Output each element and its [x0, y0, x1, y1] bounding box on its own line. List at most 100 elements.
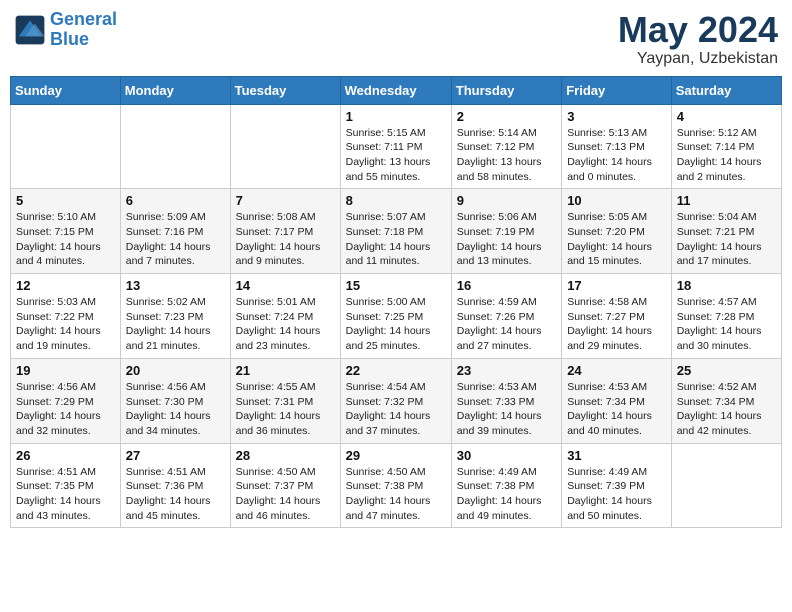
calendar-cell: [11, 104, 121, 189]
day-number: 14: [236, 278, 335, 293]
calendar-cell: 24 Sunrise: 4:53 AM Sunset: 7:34 PM Dayli…: [562, 358, 672, 443]
day-number: 5: [16, 193, 115, 208]
calendar-cell: 18 Sunrise: 4:57 AM Sunset: 7:28 PM Dayli…: [671, 274, 781, 359]
title-block: May 2024 Yaypan, Uzbekistan: [618, 10, 778, 68]
day-number: 25: [677, 363, 776, 378]
calendar-cell: 6 Sunrise: 5:09 AM Sunset: 7:16 PM Daylig…: [120, 189, 230, 274]
weekday-header-sunday: Sunday: [11, 76, 121, 104]
day-info: Sunrise: 5:05 AM Sunset: 7:20 PM Dayligh…: [567, 210, 666, 269]
day-info: Sunrise: 4:57 AM Sunset: 7:28 PM Dayligh…: [677, 295, 776, 354]
logo-line2: Blue: [50, 29, 89, 49]
day-number: 31: [567, 448, 666, 463]
calendar-cell: 21 Sunrise: 4:55 AM Sunset: 7:31 PM Dayli…: [230, 358, 340, 443]
day-info: Sunrise: 4:51 AM Sunset: 7:36 PM Dayligh…: [126, 465, 225, 524]
day-info: Sunrise: 5:09 AM Sunset: 7:16 PM Dayligh…: [126, 210, 225, 269]
calendar-cell: [120, 104, 230, 189]
day-info: Sunrise: 4:50 AM Sunset: 7:38 PM Dayligh…: [346, 465, 446, 524]
calendar-cell: 17Sunrise: 4:58 AM Sunset: 7:27 PM Dayli…: [562, 274, 672, 359]
day-number: 12: [16, 278, 115, 293]
day-number: 13: [126, 278, 225, 293]
day-number: 19: [16, 363, 115, 378]
day-number: 16: [457, 278, 556, 293]
day-number: 27: [126, 448, 225, 463]
day-info: Sunrise: 4:54 AM Sunset: 7:32 PM Dayligh…: [346, 380, 446, 439]
week-row-2: 5 Sunrise: 5:10 AM Sunset: 7:15 PM Daylig…: [11, 189, 782, 274]
calendar-cell: 7Sunrise: 5:08 AM Sunset: 7:17 PM Daylig…: [230, 189, 340, 274]
calendar-cell: 16Sunrise: 4:59 AM Sunset: 7:26 PM Dayli…: [451, 274, 561, 359]
day-info: Sunrise: 5:02 AM Sunset: 7:23 PM Dayligh…: [126, 295, 225, 354]
logo-line1: General: [50, 9, 117, 29]
day-info: Sunrise: 4:51 AM Sunset: 7:35 PM Dayligh…: [16, 465, 115, 524]
calendar-cell: 14 Sunrise: 5:01 AM Sunset: 7:24 PM Dayli…: [230, 274, 340, 359]
week-row-5: 26 Sunrise: 4:51 AM Sunset: 7:35 PM Dayli…: [11, 443, 782, 528]
weekday-header-row: SundayMondayTuesdayWednesdayThursdayFrid…: [11, 76, 782, 104]
day-number: 4: [677, 109, 776, 124]
calendar-cell: 3Sunrise: 5:13 AM Sunset: 7:13 PM Daylig…: [562, 104, 672, 189]
day-number: 1: [346, 109, 446, 124]
week-row-1: 1Sunrise: 5:15 AM Sunset: 7:11 PM Daylig…: [11, 104, 782, 189]
calendar-cell: 23 Sunrise: 4:53 AM Sunset: 7:33 PM Dayli…: [451, 358, 561, 443]
day-number: 30: [457, 448, 556, 463]
calendar-cell: 13 Sunrise: 5:02 AM Sunset: 7:23 PM Dayli…: [120, 274, 230, 359]
day-number: 2: [457, 109, 556, 124]
day-info: Sunrise: 5:03 AM Sunset: 7:22 PM Dayligh…: [16, 295, 115, 354]
month-year: May 2024: [618, 10, 778, 50]
day-info: Sunrise: 4:50 AM Sunset: 7:37 PM Dayligh…: [236, 465, 335, 524]
day-number: 9: [457, 193, 556, 208]
day-number: 20: [126, 363, 225, 378]
day-info: Sunrise: 4:58 AM Sunset: 7:27 PM Dayligh…: [567, 295, 666, 354]
calendar-cell: 30Sunrise: 4:49 AM Sunset: 7:38 PM Dayli…: [451, 443, 561, 528]
calendar-cell: 25Sunrise: 4:52 AM Sunset: 7:34 PM Dayli…: [671, 358, 781, 443]
day-info: Sunrise: 4:49 AM Sunset: 7:39 PM Dayligh…: [567, 465, 666, 524]
logo-icon: [14, 14, 46, 46]
day-number: 26: [16, 448, 115, 463]
week-row-4: 19 Sunrise: 4:56 AM Sunset: 7:29 PM Dayli…: [11, 358, 782, 443]
week-row-3: 12 Sunrise: 5:03 AM Sunset: 7:22 PM Dayli…: [11, 274, 782, 359]
calendar-cell: [230, 104, 340, 189]
location: Yaypan, Uzbekistan: [618, 50, 778, 68]
day-info: Sunrise: 5:12 AM Sunset: 7:14 PM Dayligh…: [677, 126, 776, 185]
calendar-cell: 28 Sunrise: 4:50 AM Sunset: 7:37 PM Dayli…: [230, 443, 340, 528]
day-info: Sunrise: 5:01 AM Sunset: 7:24 PM Dayligh…: [236, 295, 335, 354]
weekday-header-monday: Monday: [120, 76, 230, 104]
day-number: 18: [677, 278, 776, 293]
day-number: 29: [346, 448, 446, 463]
day-number: 8: [346, 193, 446, 208]
calendar-cell: 20 Sunrise: 4:56 AM Sunset: 7:30 PM Dayli…: [120, 358, 230, 443]
calendar-cell: 2Sunrise: 5:14 AM Sunset: 7:12 PM Daylig…: [451, 104, 561, 189]
weekday-header-saturday: Saturday: [671, 76, 781, 104]
calendar-cell: 11Sunrise: 5:04 AM Sunset: 7:21 PM Dayli…: [671, 189, 781, 274]
calendar-cell: 26 Sunrise: 4:51 AM Sunset: 7:35 PM Dayli…: [11, 443, 121, 528]
day-number: 28: [236, 448, 335, 463]
day-info: Sunrise: 5:04 AM Sunset: 7:21 PM Dayligh…: [677, 210, 776, 269]
day-number: 24: [567, 363, 666, 378]
calendar-cell: 31 Sunrise: 4:49 AM Sunset: 7:39 PM Dayli…: [562, 443, 672, 528]
day-number: 21: [236, 363, 335, 378]
calendar-cell: [671, 443, 781, 528]
day-info: Sunrise: 5:07 AM Sunset: 7:18 PM Dayligh…: [346, 210, 446, 269]
page-header: General Blue May 2024 Yaypan, Uzbekistan: [10, 10, 782, 68]
day-number: 6: [126, 193, 225, 208]
day-info: Sunrise: 5:13 AM Sunset: 7:13 PM Dayligh…: [567, 126, 666, 185]
calendar-cell: 4 Sunrise: 5:12 AM Sunset: 7:14 PM Daylig…: [671, 104, 781, 189]
day-info: Sunrise: 5:08 AM Sunset: 7:17 PM Dayligh…: [236, 210, 335, 269]
calendar-table: SundayMondayTuesdayWednesdayThursdayFrid…: [10, 76, 782, 529]
day-info: Sunrise: 4:53 AM Sunset: 7:34 PM Dayligh…: [567, 380, 666, 439]
day-info: Sunrise: 4:56 AM Sunset: 7:29 PM Dayligh…: [16, 380, 115, 439]
day-number: 23: [457, 363, 556, 378]
calendar-cell: 10 Sunrise: 5:05 AM Sunset: 7:20 PM Dayli…: [562, 189, 672, 274]
logo-text: General Blue: [50, 10, 117, 50]
day-info: Sunrise: 4:55 AM Sunset: 7:31 PM Dayligh…: [236, 380, 335, 439]
calendar-cell: 27 Sunrise: 4:51 AM Sunset: 7:36 PM Dayli…: [120, 443, 230, 528]
day-number: 10: [567, 193, 666, 208]
calendar-cell: 15Sunrise: 5:00 AM Sunset: 7:25 PM Dayli…: [340, 274, 451, 359]
day-info: Sunrise: 5:10 AM Sunset: 7:15 PM Dayligh…: [16, 210, 115, 269]
day-info: Sunrise: 5:00 AM Sunset: 7:25 PM Dayligh…: [346, 295, 446, 354]
weekday-header-friday: Friday: [562, 76, 672, 104]
day-info: Sunrise: 4:53 AM Sunset: 7:33 PM Dayligh…: [457, 380, 556, 439]
logo: General Blue: [14, 10, 117, 50]
calendar-cell: 8 Sunrise: 5:07 AM Sunset: 7:18 PM Daylig…: [340, 189, 451, 274]
day-info: Sunrise: 4:56 AM Sunset: 7:30 PM Dayligh…: [126, 380, 225, 439]
day-info: Sunrise: 5:06 AM Sunset: 7:19 PM Dayligh…: [457, 210, 556, 269]
calendar-cell: 1Sunrise: 5:15 AM Sunset: 7:11 PM Daylig…: [340, 104, 451, 189]
